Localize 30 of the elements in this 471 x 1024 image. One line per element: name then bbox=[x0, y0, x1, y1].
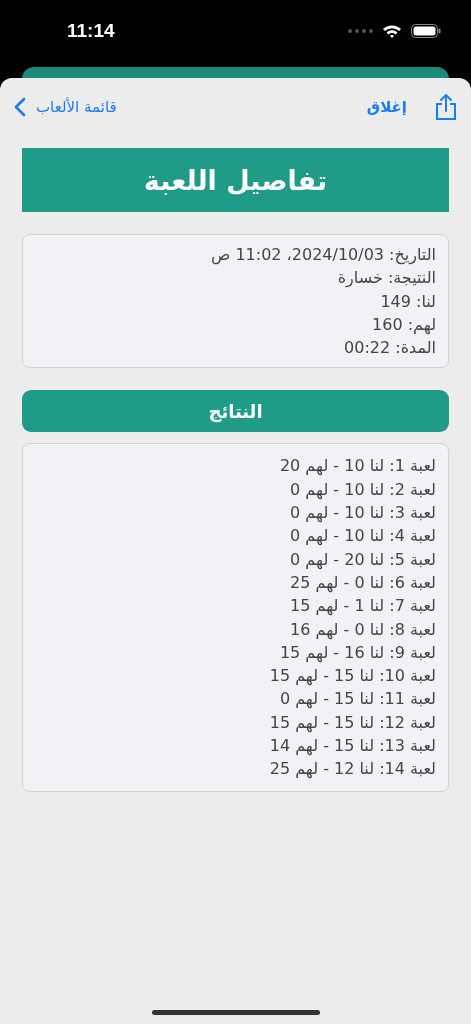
share-button[interactable] bbox=[435, 93, 457, 121]
result-line: لعبة 5: لنا 20 - لهم 0 bbox=[289, 548, 436, 571]
page-title: تفاصيل اللعبة bbox=[22, 148, 449, 212]
results-button[interactable]: النتائج bbox=[22, 390, 449, 433]
result-line: لعبة 9: لنا 16 - لهم 15 bbox=[278, 641, 436, 665]
summary-line: التاريخ: 2024/10/03، 11:02 ص bbox=[209, 244, 436, 267]
result-line: لعبة 10: لنا 15 - لهم 15 bbox=[268, 665, 436, 688]
battery-icon bbox=[411, 24, 441, 38]
result-line: لعبة 14: لنا 12 - لهم 25 bbox=[268, 758, 436, 781]
back-button[interactable]: قائمة الألعاب bbox=[14, 97, 117, 117]
signal-dots-icon bbox=[347, 28, 373, 34]
status-time: 11:14 bbox=[67, 20, 115, 42]
result-line: لعبة 8: لنا 0 - لهم 16 bbox=[289, 618, 436, 641]
chevron-left-icon bbox=[14, 97, 26, 117]
result-line: لعبة 11: لنا 15 - لهم 0 bbox=[278, 688, 436, 711]
summary-line: المدة: 00:22 bbox=[343, 337, 436, 360]
result-line: لعبة 3: لنا 10 - لهم 0 bbox=[289, 502, 436, 525]
wifi-icon bbox=[382, 23, 402, 39]
result-line: لعبة 6: لنا 0 - لهم 25 bbox=[289, 571, 436, 595]
summary-line: لنا: 149 bbox=[379, 290, 436, 313]
summary-line: لهم: 160 bbox=[371, 313, 436, 337]
result-line: لعبة 7: لنا 1 - لهم 15 bbox=[289, 595, 436, 618]
close-button[interactable]: إغلاق bbox=[366, 98, 407, 116]
share-icon bbox=[435, 93, 457, 121]
result-line: لعبة 13: لنا 15 - لهم 14 bbox=[268, 735, 436, 758]
result-line: لعبة 2: لنا 10 - لهم 0 bbox=[289, 478, 436, 502]
result-line: لعبة 4: لنا 10 - لهم 0 bbox=[289, 525, 436, 548]
result-line: لعبة 12: لنا 15 - لهم 15 bbox=[268, 711, 436, 735]
summary-line: النتيجة: خسارة bbox=[336, 267, 436, 290]
result-line: لعبة 1: لنا 10 - لهم 20 bbox=[278, 455, 436, 478]
